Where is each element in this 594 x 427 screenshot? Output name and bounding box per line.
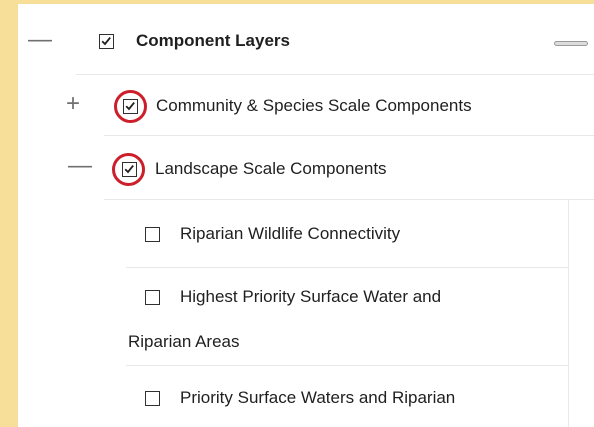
- check-icon: [101, 37, 111, 46]
- row-divider: [104, 199, 594, 200]
- layer-tree-panel: — Component Layers + Community & Species…: [18, 4, 594, 427]
- row-divider: [126, 365, 568, 366]
- priority-surface-waters-checkbox[interactable]: [145, 391, 160, 406]
- highest-priority-water-checkbox[interactable]: [145, 290, 160, 305]
- component-layers-checkbox[interactable]: [99, 34, 114, 49]
- opacity-slider-handle[interactable]: [554, 41, 588, 46]
- riparian-wildlife-label: Riparian Wildlife Connectivity: [180, 224, 401, 243]
- riparian-wildlife-checkbox[interactable]: [145, 227, 160, 242]
- component-layers-label: Component Layers: [136, 31, 290, 50]
- column-divider: [568, 200, 569, 427]
- collapse-icon[interactable]: —: [28, 28, 52, 52]
- priority-surface-waters-label: Priority Surface Waters and Riparian: [180, 388, 456, 407]
- highlight-circle: [114, 90, 147, 123]
- highlight-circle: [112, 153, 145, 186]
- row-divider: [104, 135, 594, 136]
- community-species-label: Community & Species Scale Components: [156, 96, 472, 115]
- highest-priority-water-label-line2: Riparian Areas: [128, 332, 240, 351]
- expand-icon[interactable]: +: [66, 92, 80, 116]
- highest-priority-water-label-line1: Highest Priority Surface Water and: [180, 287, 442, 306]
- collapse-icon[interactable]: —: [68, 154, 92, 178]
- landscape-scale-label: Landscape Scale Components: [155, 159, 387, 178]
- row-divider: [76, 74, 594, 75]
- row-divider: [126, 267, 568, 268]
